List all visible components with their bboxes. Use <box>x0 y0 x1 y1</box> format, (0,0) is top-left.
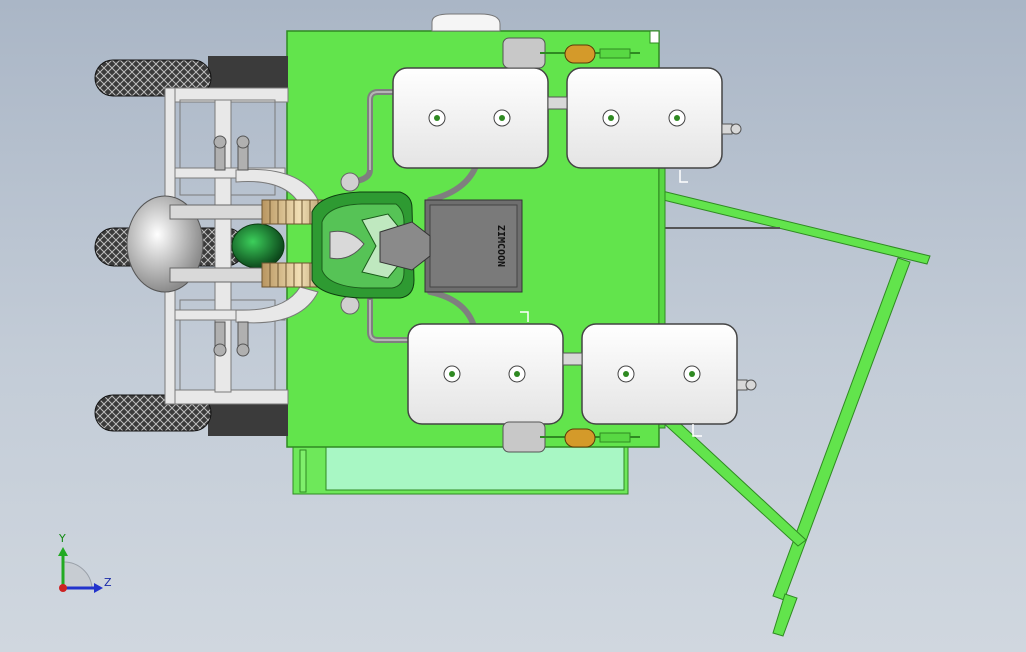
y-axis-label: Y <box>59 532 66 545</box>
green-lamp[interactable] <box>231 223 285 269</box>
tank-top-right[interactable] <box>566 67 723 169</box>
tank-bottom-left[interactable] <box>407 323 564 425</box>
assembly-model[interactable]: ZIMCOON <box>0 0 1026 652</box>
light-green-panel[interactable] <box>325 445 625 491</box>
engine-label: ZIMCOON <box>495 225 506 267</box>
rider-body[interactable] <box>311 191 431 299</box>
z-axis-label: Z <box>104 576 112 589</box>
tank-top-left[interactable] <box>392 67 549 169</box>
top-cap[interactable] <box>431 13 501 32</box>
coordinate-triad <box>58 547 103 593</box>
graphics-viewport[interactable]: ZIMCOON Y Z <box>0 0 1026 652</box>
tank-bottom-right[interactable] <box>581 323 738 425</box>
